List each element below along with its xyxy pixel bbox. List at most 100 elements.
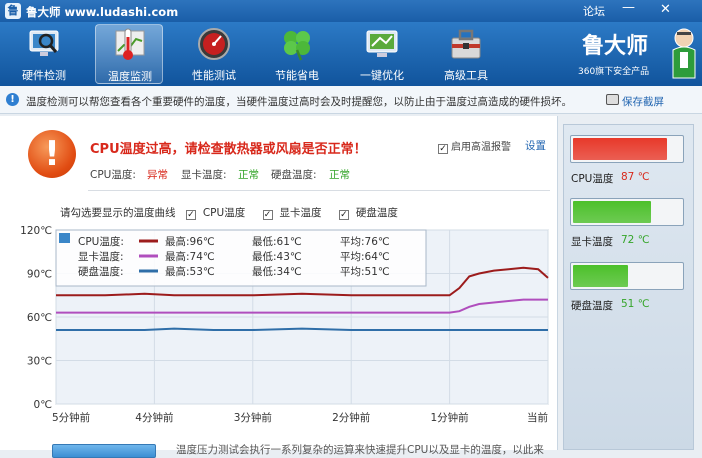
toolbar-power-saving[interactable]: 节能省电 [263, 24, 331, 84]
x-tick-label: 当前 [527, 411, 548, 424]
minimize-button[interactable]: — [622, 0, 635, 15]
alert-title: CPU温度过高，请检查散热器或风扇是否正常！ [90, 142, 367, 157]
toolbar-temp-monitor[interactable]: 温度监测 [95, 24, 163, 84]
x-tick-label: 5分钟前 [52, 411, 90, 424]
alarm-settings-link[interactable]: 设置 [525, 138, 546, 153]
cpu-curve-label: CPU温度 [202, 207, 246, 219]
gpu-temp-value: 72 ℃ [621, 234, 650, 246]
title-bar: 鲁 鲁大师 www.ludashi.com 论坛 — ✕ [0, 0, 702, 22]
legend-max: 最高:96℃ [165, 235, 215, 248]
curve-selector: 请勾选要显示的温度曲线 ✓ CPU温度 ✓ 显卡温度 ✓ 硬盘温度 [60, 205, 412, 220]
legend-max: 最高:74℃ [165, 250, 215, 263]
legend-label: 硬盘温度: [78, 265, 124, 278]
x-tick-label: 3分钟前 [234, 411, 272, 424]
legend-label: CPU温度: [78, 235, 124, 248]
brand-subtitle: 360旗下安全产品 [578, 67, 650, 77]
window-title: 鲁大师 www.ludashi.com [26, 5, 179, 19]
cpu-temp-gauge-fill [573, 138, 667, 160]
toolbar-label: 高级工具 [444, 69, 488, 82]
speedometer-icon [198, 28, 230, 60]
disk-curve-label: 硬盘温度 [355, 207, 398, 219]
enable-alarm-checkbox[interactable]: ✓ 启用高温报警 [438, 138, 511, 154]
gpu-temp-gauge [570, 198, 684, 226]
y-tick-label: 120℃ [20, 225, 52, 237]
legend-label: 显卡温度: [78, 250, 124, 263]
gpu-curve-checkbox[interactable]: ✓ 显卡温度 [262, 207, 329, 220]
app-logo-icon: 鲁 [5, 3, 21, 19]
info-text: 温度检测可以帮您查看各个重要硬件的温度，当硬件温度过高时会及时提醒您，以防止由于… [26, 96, 572, 108]
close-button[interactable]: ✕ [660, 2, 671, 17]
x-tick-label: 1分钟前 [431, 411, 469, 424]
info-bar: ! 温度检测可以帮您查看各个重要硬件的温度，当硬件温度过高时会及时提醒您，以防止… [0, 86, 702, 114]
x-tick-label: 4分钟前 [135, 411, 173, 424]
save-screenshot-link[interactable]: 保存截屏 [606, 94, 664, 109]
checkbox-checked-icon: ✓ [185, 210, 196, 220]
current-temps-panel: CPU温度 87 ℃ 显卡温度 72 ℃ 硬盘温度 51 ℃ [563, 124, 694, 450]
temperature-panel: ! CPU温度过高，请检查散热器或风扇是否正常！ CPU温度: 异常 显卡温度:… [0, 116, 558, 450]
checkbox-checked-icon: ✓ [262, 210, 273, 220]
legend-min: 最低:34℃ [252, 265, 302, 278]
legend-min: 最低:43℃ [252, 250, 302, 263]
toolbar-label: 温度监测 [108, 70, 152, 83]
save-screenshot-label: 保存截屏 [622, 96, 664, 108]
y-tick-label: 90℃ [27, 269, 52, 281]
y-tick-label: 60℃ [27, 312, 52, 324]
thermometer-icon [115, 28, 145, 60]
toolbar-one-click-optimize[interactable]: 一键优化 [348, 24, 416, 84]
toolbar-advanced-tools[interactable]: 高级工具 [432, 24, 500, 84]
chart-legend: CPU温度: 最高:96℃ 最低:61℃ 平均:76℃ 显卡温度: 最高:74℃ 最低:43… [55, 229, 427, 287]
toolbar-label: 一键优化 [360, 69, 404, 82]
magnifier-monitor-icon [29, 30, 59, 56]
temperature-chart: 120℃ 90℃ 60℃ 30℃ 0℃ 5分钟前 4分钟前 3分钟前 2分钟前 1分钟前 当前 C… [20, 225, 549, 424]
disk-temp-label: 硬盘温度 [571, 300, 613, 312]
gpu-temp-gauge-fill [573, 201, 651, 223]
legend-min: 最低:61℃ [252, 235, 302, 248]
disk-temp-gauge-fill [573, 265, 628, 287]
screen-optimize-icon [366, 30, 398, 57]
forum-link[interactable]: 论坛 [583, 3, 605, 19]
legend-avg: 平均:51℃ [340, 266, 390, 278]
stress-test-button[interactable] [52, 444, 156, 458]
toolbar-performance-test[interactable]: 性能测试 [180, 24, 248, 84]
curve-select-prompt: 请勾选要显示的温度曲线 [60, 207, 176, 219]
mascot-icon [672, 28, 696, 79]
gpu-status-label: 显卡温度: [181, 169, 227, 181]
disk-temp-value: 51 ℃ [621, 298, 650, 310]
disk-curve-checkbox[interactable]: ✓ 硬盘温度 [338, 207, 405, 220]
y-tick-label: 30℃ [27, 356, 52, 368]
camera-icon [606, 94, 619, 105]
toolbox-icon [451, 29, 481, 59]
toolbar-label: 硬件检测 [22, 69, 66, 82]
legend-toggle-icon [59, 233, 70, 243]
toolbar-hardware-detect[interactable]: 硬件检测 [10, 24, 78, 84]
clover-icon [284, 31, 310, 61]
gpu-curve-label: 显卡温度 [279, 207, 322, 219]
gpu-temp-label: 显卡温度 [571, 236, 613, 248]
cpu-status-label: CPU温度: [90, 169, 136, 181]
cpu-temp-gauge [570, 135, 684, 163]
main-toolbar: 硬件检测 温度监测 性能测试 节能省电 一键优化 高级工具 鲁大师 360旗下安… [0, 22, 702, 86]
enable-alarm-label: 启用高温报警 [451, 142, 511, 153]
warning-icon: ! [28, 130, 76, 178]
legend-avg: 平均:64℃ [340, 251, 390, 263]
cpu-status-value: 异常 [147, 169, 168, 181]
y-tick-label: 0℃ [34, 399, 52, 411]
cpu-temp-label: CPU温度 [571, 173, 614, 185]
cpu-curve-checkbox[interactable]: ✓ CPU温度 [185, 207, 252, 220]
disk-status-label: 硬盘温度: [271, 169, 317, 181]
legend-max: 最高:53℃ [165, 265, 215, 278]
y-axis-ticks: 120℃ 90℃ 60℃ 30℃ 0℃ [20, 225, 52, 411]
legend-avg: 平均:76℃ [340, 236, 390, 248]
checkbox-checked-icon: ✓ [338, 210, 349, 220]
x-tick-label: 2分钟前 [332, 411, 370, 424]
toolbar-label: 节能省电 [275, 69, 319, 82]
x-axis-ticks: 5分钟前 4分钟前 3分钟前 2分钟前 1分钟前 当前 [52, 411, 548, 424]
cpu-temp-value: 87 ℃ [621, 171, 650, 183]
disk-temp-gauge [570, 262, 684, 290]
brand-name: 鲁大师 [582, 33, 649, 59]
gpu-status-value: 正常 [238, 169, 259, 181]
disk-status-value: 正常 [329, 169, 350, 181]
brand-logo: 鲁大师 360旗下安全产品 [578, 22, 702, 86]
checkbox-checked-icon: ✓ [438, 144, 448, 154]
toolbar-label: 性能测试 [192, 69, 236, 82]
